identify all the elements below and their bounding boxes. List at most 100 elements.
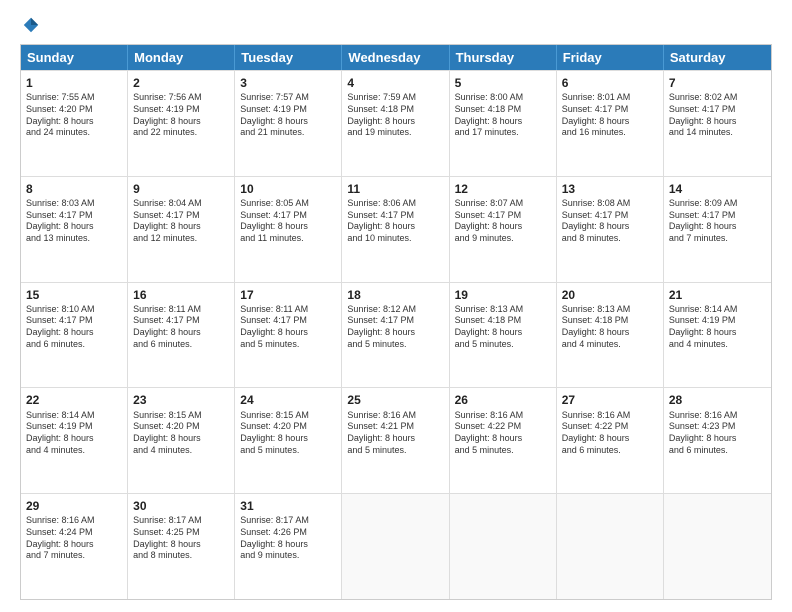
cell-info: Sunrise: 7:57 AMSunset: 4:19 PMDaylight:… xyxy=(240,92,336,139)
cal-header-saturday: Saturday xyxy=(664,45,771,70)
cell-info: Sunrise: 8:16 AMSunset: 4:21 PMDaylight:… xyxy=(347,410,443,457)
day-number: 29 xyxy=(26,498,122,514)
cal-row-3: 22 Sunrise: 8:14 AMSunset: 4:19 PMDayligh… xyxy=(21,387,771,493)
cell-info: Sunrise: 8:12 AMSunset: 4:17 PMDaylight:… xyxy=(347,304,443,351)
cal-cell-day-20: 20Sunrise: 8:13 AMSunset: 4:18 PMDayligh… xyxy=(557,283,664,388)
day-number: 2 xyxy=(133,75,229,91)
cal-header-sunday: Sunday xyxy=(21,45,128,70)
cell-info: Sunrise: 8:14 AMSunset: 4:19 PMDaylight:… xyxy=(669,304,766,351)
cell-info: Sunrise: 8:02 AMSunset: 4:17 PMDaylight:… xyxy=(669,92,766,139)
cal-row-2: 15Sunrise: 8:10 AMSunset: 4:17 PMDayligh… xyxy=(21,282,771,388)
cell-info: Sunrise: 8:06 AMSunset: 4:17 PMDaylight:… xyxy=(347,198,443,245)
header xyxy=(20,16,772,34)
cell-info: Sunrise: 8:15 AMSunset: 4:20 PMDaylight:… xyxy=(240,410,336,457)
day-number: 12 xyxy=(455,181,551,197)
cell-info: Sunrise: 8:04 AMSunset: 4:17 PMDaylight:… xyxy=(133,198,229,245)
logo-icon xyxy=(22,16,40,34)
cal-cell-day-15: 15Sunrise: 8:10 AMSunset: 4:17 PMDayligh… xyxy=(21,283,128,388)
cell-info: Sunrise: 8:07 AMSunset: 4:17 PMDaylight:… xyxy=(455,198,551,245)
cal-row-4: 29Sunrise: 8:16 AMSunset: 4:24 PMDayligh… xyxy=(21,493,771,599)
cal-cell-day-14: 14Sunrise: 8:09 AMSunset: 4:17 PMDayligh… xyxy=(664,177,771,282)
day-number: 13 xyxy=(562,181,658,197)
cell-info: Sunrise: 8:16 AMSunset: 4:24 PMDaylight:… xyxy=(26,515,122,562)
cal-cell-day-16: 16Sunrise: 8:11 AMSunset: 4:17 PMDayligh… xyxy=(128,283,235,388)
day-number: 26 xyxy=(455,392,551,408)
page: SundayMondayTuesdayWednesdayThursdayFrid… xyxy=(0,0,792,612)
cal-header-friday: Friday xyxy=(557,45,664,70)
cell-info: Sunrise: 8:03 AMSunset: 4:17 PMDaylight:… xyxy=(26,198,122,245)
day-number: 15 xyxy=(26,287,122,303)
day-number: 24 xyxy=(240,392,336,408)
day-number: 19 xyxy=(455,287,551,303)
cal-cell-day-12: 12Sunrise: 8:07 AMSunset: 4:17 PMDayligh… xyxy=(450,177,557,282)
calendar-body: 1Sunrise: 7:55 AMSunset: 4:20 PMDaylight… xyxy=(21,70,771,599)
cell-info: Sunrise: 8:00 AMSunset: 4:18 PMDaylight:… xyxy=(455,92,551,139)
cal-header-thursday: Thursday xyxy=(450,45,557,70)
cal-cell-day-23: 23 Sunrise: 8:15 AMSunset: 4:20 PMDayligh… xyxy=(128,388,235,493)
cal-cell-day-19: 19Sunrise: 8:13 AMSunset: 4:18 PMDayligh… xyxy=(450,283,557,388)
cal-cell-empty xyxy=(664,494,771,599)
cal-cell-day-30: 30Sunrise: 8:17 AMSunset: 4:25 PMDayligh… xyxy=(128,494,235,599)
day-number: 4 xyxy=(347,75,443,91)
day-number: 20 xyxy=(562,287,658,303)
calendar: SundayMondayTuesdayWednesdayThursdayFrid… xyxy=(20,44,772,600)
cell-info: Sunrise: 7:59 AMSunset: 4:18 PMDaylight:… xyxy=(347,92,443,139)
cell-info: Sunrise: 8:05 AMSunset: 4:17 PMDaylight:… xyxy=(240,198,336,245)
day-number: 30 xyxy=(133,498,229,514)
cal-cell-day-8: 8Sunrise: 8:03 AMSunset: 4:17 PMDaylight… xyxy=(21,177,128,282)
cell-info: Sunrise: 7:55 AMSunset: 4:20 PMDaylight:… xyxy=(26,92,122,139)
calendar-header: SundayMondayTuesdayWednesdayThursdayFrid… xyxy=(21,45,771,70)
day-number: 9 xyxy=(133,181,229,197)
cal-cell-day-7: 7Sunrise: 8:02 AMSunset: 4:17 PMDaylight… xyxy=(664,71,771,176)
day-number: 6 xyxy=(562,75,658,91)
cal-cell-day-26: 26 Sunrise: 8:16 AMSunset: 4:22 PMDayligh… xyxy=(450,388,557,493)
day-number: 11 xyxy=(347,181,443,197)
cal-row-0: 1Sunrise: 7:55 AMSunset: 4:20 PMDaylight… xyxy=(21,70,771,176)
day-number: 21 xyxy=(669,287,766,303)
cal-cell-day-18: 18Sunrise: 8:12 AMSunset: 4:17 PMDayligh… xyxy=(342,283,449,388)
day-number: 1 xyxy=(26,75,122,91)
day-number: 10 xyxy=(240,181,336,197)
cal-cell-day-24: 24 Sunrise: 8:15 AMSunset: 4:20 PMDayligh… xyxy=(235,388,342,493)
cell-info: Sunrise: 8:16 AMSunset: 4:22 PMDaylight:… xyxy=(455,410,551,457)
day-number: 14 xyxy=(669,181,766,197)
cal-cell-day-17: 17Sunrise: 8:11 AMSunset: 4:17 PMDayligh… xyxy=(235,283,342,388)
cal-cell-day-1: 1Sunrise: 7:55 AMSunset: 4:20 PMDaylight… xyxy=(21,71,128,176)
cal-header-wednesday: Wednesday xyxy=(342,45,449,70)
day-number: 8 xyxy=(26,181,122,197)
cell-info: Sunrise: 8:17 AMSunset: 4:26 PMDaylight:… xyxy=(240,515,336,562)
cal-cell-day-5: 5Sunrise: 8:00 AMSunset: 4:18 PMDaylight… xyxy=(450,71,557,176)
cal-cell-day-25: 25 Sunrise: 8:16 AMSunset: 4:21 PMDayligh… xyxy=(342,388,449,493)
cell-info: Sunrise: 8:10 AMSunset: 4:17 PMDaylight:… xyxy=(26,304,122,351)
cell-info: Sunrise: 8:13 AMSunset: 4:18 PMDaylight:… xyxy=(455,304,551,351)
cal-cell-day-29: 29Sunrise: 8:16 AMSunset: 4:24 PMDayligh… xyxy=(21,494,128,599)
cell-info: Sunrise: 8:01 AMSunset: 4:17 PMDaylight:… xyxy=(562,92,658,139)
day-number: 18 xyxy=(347,287,443,303)
cal-cell-day-21: 21Sunrise: 8:14 AMSunset: 4:19 PMDayligh… xyxy=(664,283,771,388)
day-number: 31 xyxy=(240,498,336,514)
cal-cell-day-11: 11Sunrise: 8:06 AMSunset: 4:17 PMDayligh… xyxy=(342,177,449,282)
day-number: 7 xyxy=(669,75,766,91)
cell-info: Sunrise: 8:09 AMSunset: 4:17 PMDaylight:… xyxy=(669,198,766,245)
logo xyxy=(20,16,40,34)
cal-row-1: 8Sunrise: 8:03 AMSunset: 4:17 PMDaylight… xyxy=(21,176,771,282)
day-number: 22 xyxy=(26,392,122,408)
cell-info: Sunrise: 8:14 AMSunset: 4:19 PMDaylight:… xyxy=(26,410,122,457)
cal-cell-day-10: 10Sunrise: 8:05 AMSunset: 4:17 PMDayligh… xyxy=(235,177,342,282)
cell-info: Sunrise: 8:11 AMSunset: 4:17 PMDaylight:… xyxy=(133,304,229,351)
cell-info: Sunrise: 8:15 AMSunset: 4:20 PMDaylight:… xyxy=(133,410,229,457)
cal-cell-day-9: 9Sunrise: 8:04 AMSunset: 4:17 PMDaylight… xyxy=(128,177,235,282)
cell-info: Sunrise: 8:17 AMSunset: 4:25 PMDaylight:… xyxy=(133,515,229,562)
cell-info: Sunrise: 7:56 AMSunset: 4:19 PMDaylight:… xyxy=(133,92,229,139)
day-number: 23 xyxy=(133,392,229,408)
day-number: 28 xyxy=(669,392,766,408)
day-number: 5 xyxy=(455,75,551,91)
cal-cell-day-28: 28Sunrise: 8:16 AMSunset: 4:23 PMDayligh… xyxy=(664,388,771,493)
cal-cell-day-31: 31Sunrise: 8:17 AMSunset: 4:26 PMDayligh… xyxy=(235,494,342,599)
cal-cell-day-3: 3Sunrise: 7:57 AMSunset: 4:19 PMDaylight… xyxy=(235,71,342,176)
cal-cell-day-27: 27Sunrise: 8:16 AMSunset: 4:22 PMDayligh… xyxy=(557,388,664,493)
cal-cell-day-4: 4Sunrise: 7:59 AMSunset: 4:18 PMDaylight… xyxy=(342,71,449,176)
day-number: 25 xyxy=(347,392,443,408)
cal-cell-day-13: 13Sunrise: 8:08 AMSunset: 4:17 PMDayligh… xyxy=(557,177,664,282)
day-number: 3 xyxy=(240,75,336,91)
